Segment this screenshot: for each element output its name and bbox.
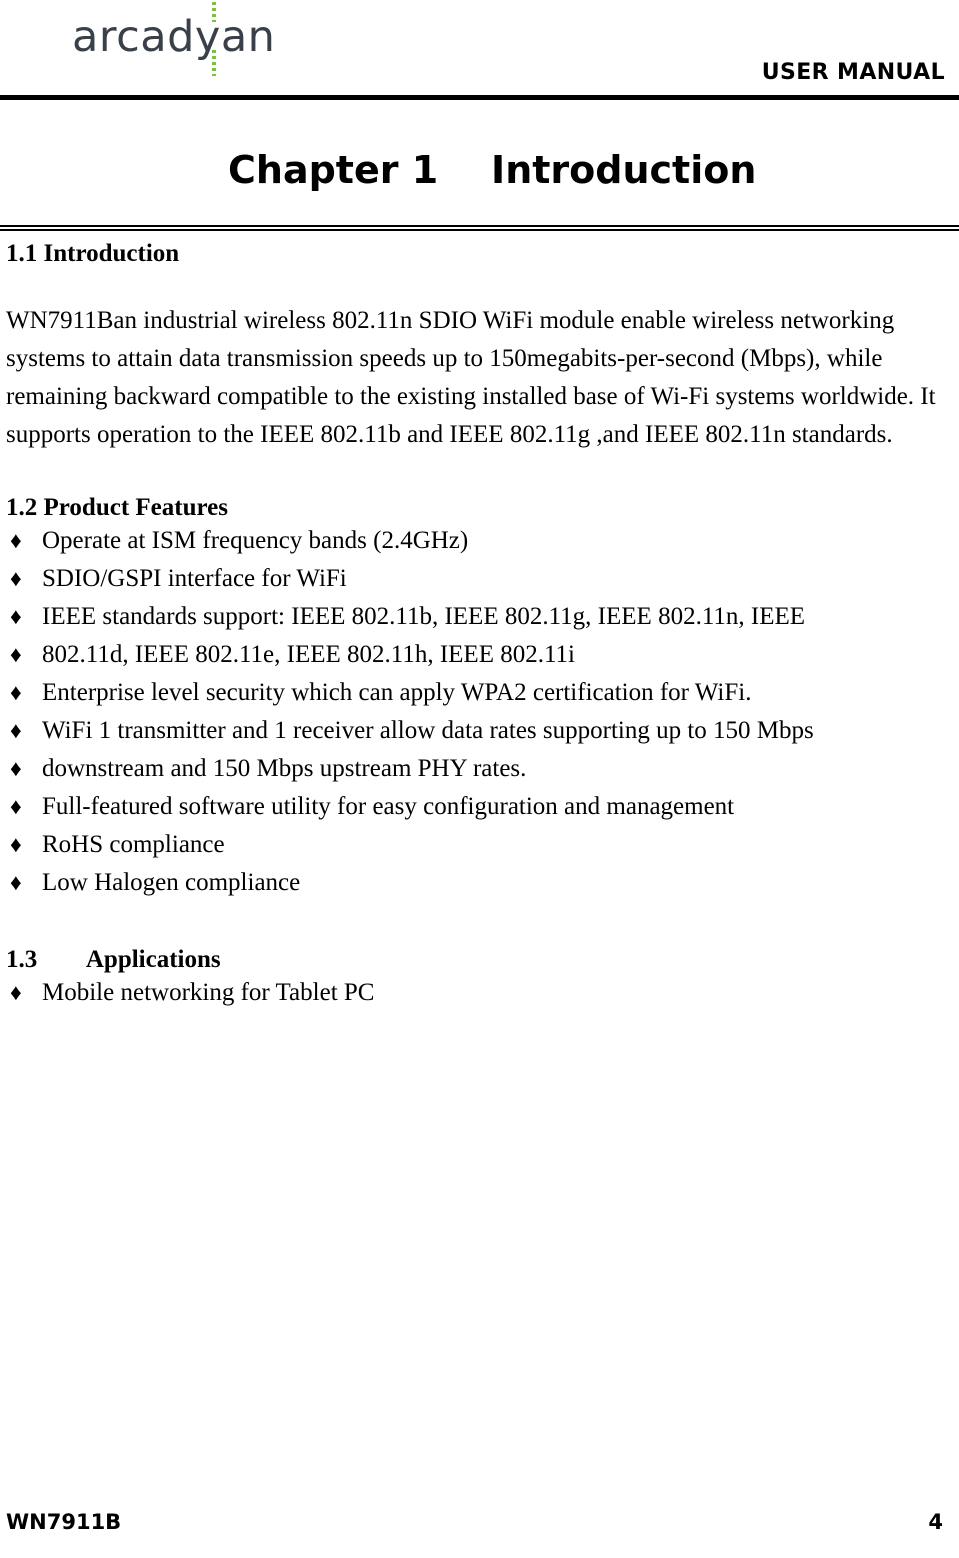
divider-line-bottom (0, 229, 959, 231)
section-heading-1-3: 1.3 Applications (6, 946, 221, 973)
list-item-label: 802.11d, IEEE 802.11e, IEEE 802.11h, IEE… (42, 641, 575, 668)
applications-list: ♦ Mobile networking for Tablet PC (0, 974, 959, 1012)
document-page: arcadyan USER MANUAL Chapter 1 Introduct… (0, 0, 959, 1558)
list-item-label: Operate at ISM frequency bands (2.4GHz) (42, 527, 469, 554)
footer-page-number: 4 (928, 1510, 943, 1534)
logo-green-dash-top-icon (212, 2, 216, 22)
list-item-label: SDIO/GSPI interface for WiFi (42, 565, 347, 592)
logo-green-dash-bottom-icon (212, 50, 216, 76)
section-paragraph-1-1: WN7911Ban industrial wireless 802.11n SD… (6, 307, 936, 448)
page-footer: WN7911B 4 (0, 1510, 959, 1540)
diamond-bullet-icon: ♦ (10, 832, 22, 857)
section-heading-1-2: 1.2 Product Features (6, 494, 228, 521)
list-item: ♦ WiFi 1 transmitter and 1 receiver allow… (0, 712, 959, 750)
list-item: ♦ 802.11d, IEEE 802.11e, IEEE 802.11h, IE… (0, 636, 959, 674)
diamond-bullet-icon: ♦ (10, 756, 22, 781)
chapter-divider (0, 225, 959, 231)
list-item: ♦ Mobile networking for Tablet PC (0, 974, 959, 1012)
list-item-label: Enterprise level security which can appl… (42, 679, 752, 706)
page-header: arcadyan USER MANUAL (0, 0, 959, 101)
diamond-bullet-icon: ♦ (10, 980, 22, 1005)
divider-line-top (0, 225, 959, 227)
diamond-bullet-icon: ♦ (10, 566, 22, 591)
arcadyan-logo: arcadyan (72, 2, 276, 76)
list-item: ♦ downstream and 150 Mbps upstream PHY ra… (0, 750, 959, 788)
list-item-label: RoHS compliance (42, 831, 225, 858)
list-item: ♦ Low Halogen compliance (0, 864, 959, 902)
list-item-label: IEEE standards support: IEEE 802.11b, IE… (42, 603, 806, 630)
product-features-list: ♦ Operate at ISM frequency bands (2.4GHz)… (0, 522, 959, 902)
list-item-label: Low Halogen compliance (42, 869, 301, 896)
list-item: ♦ Operate at ISM frequency bands (2.4GHz) (0, 522, 959, 560)
logo-wordmark: arcadyan (72, 12, 276, 62)
list-item: ♦ Full-featured software utility for easy… (0, 788, 959, 826)
list-item: ♦ IEEE standards support: IEEE 802.11b, I… (0, 598, 959, 636)
footer-model-label: WN7911B (6, 1510, 122, 1534)
section-heading-1-1: 1.1 Introduction (6, 240, 180, 267)
document-type-label: USER MANUAL (761, 60, 945, 85)
list-item: ♦ RoHS compliance (0, 826, 959, 864)
list-item: ♦ Enterprise level security which can app… (0, 674, 959, 712)
diamond-bullet-icon: ♦ (10, 604, 22, 629)
diamond-bullet-icon: ♦ (10, 680, 22, 705)
list-item-label: Mobile networking for Tablet PC (42, 979, 375, 1006)
list-item-label: WiFi 1 transmitter and 1 receiver allow … (42, 717, 814, 744)
page-content: 1.1 Introduction WN7911Ban industrial wi… (0, 240, 959, 1012)
diamond-bullet-icon: ♦ (10, 642, 22, 667)
header-divider (0, 95, 959, 100)
diamond-bullet-icon: ♦ (10, 528, 22, 553)
diamond-bullet-icon: ♦ (10, 794, 22, 819)
diamond-bullet-icon: ♦ (10, 870, 22, 895)
list-item-label: Full-featured software utility for easy … (42, 793, 735, 820)
list-item-label: downstream and 150 Mbps upstream PHY rat… (42, 755, 527, 782)
diamond-bullet-icon: ♦ (10, 718, 22, 743)
chapter-title: Chapter 1 Introduction (228, 148, 757, 192)
list-item: ♦ SDIO/GSPI interface for WiFi (0, 560, 959, 598)
